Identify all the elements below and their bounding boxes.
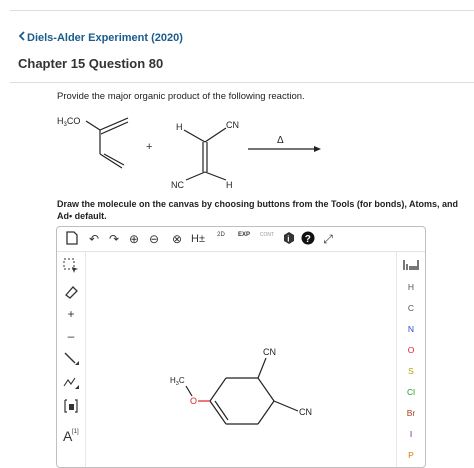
back-link[interactable]: Diels-Alder Experiment (2020) [18, 31, 183, 44]
page-title: Chapter 15 Question 80 [18, 56, 164, 71]
svg-text:[1]: [1] [72, 429, 79, 435]
cn-bond-top [257, 357, 267, 379]
diene-bond [99, 153, 123, 169]
heat-symbol: Δ [277, 135, 284, 146]
dienophile-bottom-nc: NC [171, 180, 184, 190]
dienophile-bond [185, 171, 206, 181]
reaction-scheme: H3CO + H CN NC H Δ [57, 116, 321, 190]
periodic-table-icon[interactable] [397, 260, 425, 272]
dienophile-bottom-h: H [226, 180, 233, 190]
drawing-canvas[interactable]: CN CN O H3C [86, 252, 396, 467]
expand-button[interactable]: EXP [235, 231, 253, 247]
molecule-editor: ↶ ↷ ⊕ ⊖ ⊗ H± 2D EXP CONT i ? ⤢ + – A [1]… [56, 226, 426, 468]
back-link-label: Diels-Alder Experiment (2020) [27, 32, 183, 44]
ring-bond [209, 377, 227, 402]
zoom-in-icon[interactable]: ⊕ [127, 231, 141, 247]
left-toolbar: + – A [1] [57, 252, 86, 467]
chevron-left-icon [18, 31, 25, 44]
charge-minus-tool[interactable]: – [63, 328, 79, 344]
atom-button-s[interactable]: S [397, 366, 425, 376]
undo-icon[interactable]: ↶ [87, 231, 101, 247]
zoom-out-icon[interactable]: ⊖ [147, 231, 161, 247]
header-divider [10, 82, 474, 83]
atom-button-cl[interactable]: Cl [397, 387, 425, 397]
help-icon[interactable]: ? [301, 231, 315, 247]
atom-button-i[interactable]: I [397, 429, 425, 439]
atom-button-o[interactable]: O [397, 345, 425, 355]
product-cn-top: CN [263, 347, 276, 357]
drawing-instructions: Draw the molecule on the canvas by choos… [57, 199, 459, 221]
editor-toolbar: ↶ ↷ ⊕ ⊖ ⊗ H± 2D EXP CONT i ? ⤢ [57, 227, 425, 252]
contract-button[interactable]: CONT [257, 231, 277, 247]
dienophile-top-h: H [176, 122, 183, 132]
cn-bond-right [273, 400, 299, 412]
top-divider [10, 10, 474, 11]
product-structure: CN CN O H3C [170, 347, 312, 425]
clean-2d-button[interactable]: 2D [213, 231, 229, 247]
atom-list: H C N O S Cl Br I P [397, 282, 425, 467]
chain-tool-icon[interactable] [63, 374, 79, 390]
atom-button-p[interactable]: P [397, 450, 425, 460]
reaction-arrow-head [314, 146, 321, 152]
selection-tool-icon[interactable] [63, 258, 79, 274]
charge-minus-glyph: – [67, 329, 75, 343]
dienophile-bond [204, 171, 227, 181]
atom-button-n[interactable]: N [397, 324, 425, 334]
diene-bond [85, 120, 101, 131]
charge-plus-glyph: + [67, 307, 75, 321]
atom-button-br[interactable]: Br [397, 408, 425, 418]
fullscreen-icon[interactable]: ⤢ [321, 231, 335, 247]
product-oxygen: O [190, 396, 197, 406]
eraser-tool-icon[interactable] [63, 284, 79, 300]
atoms-toolbar: H C N O S Cl Br I P [396, 252, 425, 467]
charge-plus-tool[interactable]: + [63, 306, 79, 322]
single-bond-tool-icon[interactable] [63, 350, 79, 366]
atom-button-h[interactable]: H [397, 282, 425, 292]
atom-button-c[interactable]: C [397, 303, 425, 313]
atom-label-tool-icon[interactable]: A [1] [63, 426, 79, 444]
ring-bond [257, 400, 275, 425]
methyl-bond [185, 385, 193, 397]
ring-bond [257, 377, 275, 402]
product-methyl: H3C [170, 376, 185, 387]
dienophile-bond [204, 127, 227, 143]
redo-icon[interactable]: ↷ [107, 231, 121, 247]
plus-sign: + [146, 141, 152, 153]
diene-substituent-label: H3CO [57, 116, 80, 128]
help-glyph: ? [305, 234, 311, 245]
info-icon[interactable]: i [282, 231, 296, 247]
dienophile-top-cn: CN [226, 120, 239, 130]
top-strip [0, 0, 474, 8]
dienophile-bond [183, 129, 206, 143]
new-document-icon[interactable] [65, 231, 79, 247]
question-prompt: Provide the major organic product of the… [57, 91, 305, 102]
clear-icon[interactable]: ⊗ [170, 231, 184, 247]
template-tool-icon[interactable] [63, 398, 79, 414]
product-cn-right: CN [299, 407, 312, 417]
h-toggle-button[interactable]: H± [189, 231, 207, 247]
info-glyph: i [287, 235, 289, 244]
